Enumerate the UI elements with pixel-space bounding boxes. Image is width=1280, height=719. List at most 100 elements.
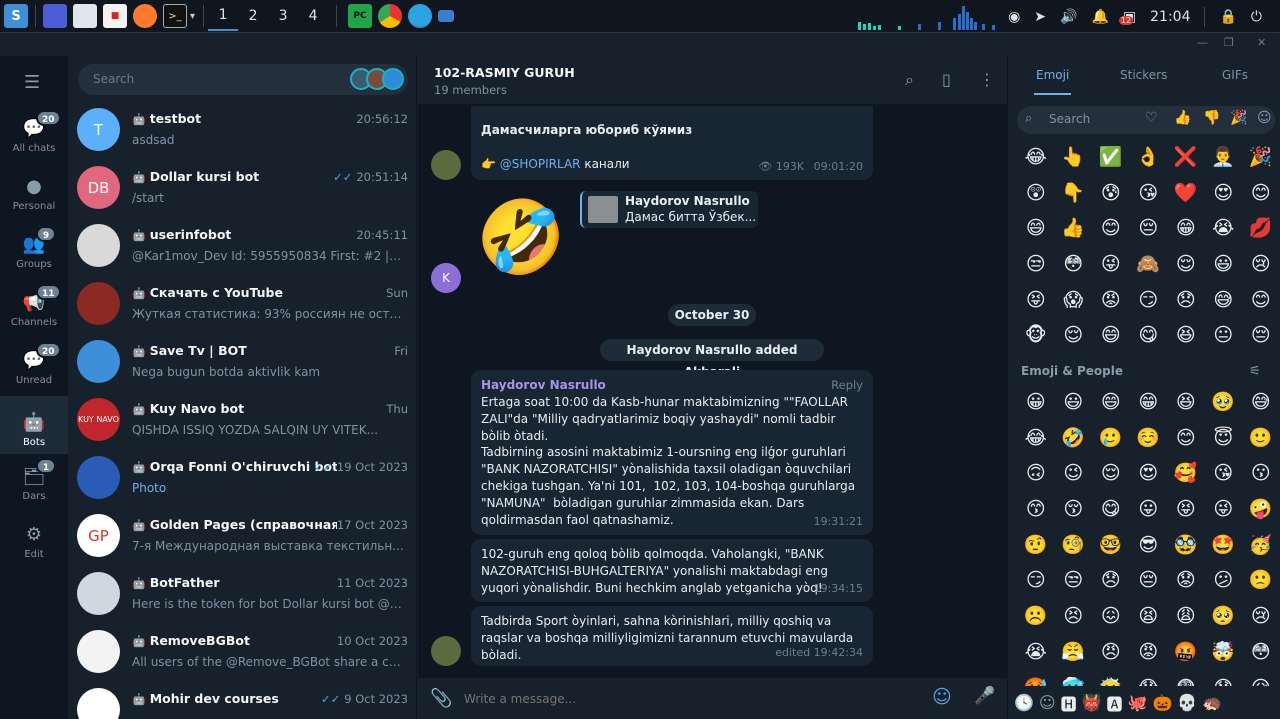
emoji-item[interactable]: 🥲: [1092, 421, 1130, 457]
smile-category-icon[interactable]: ☺: [1257, 110, 1272, 126]
start-menu-icon[interactable]: S: [4, 4, 28, 28]
emoji-item[interactable]: 🙈: [1130, 247, 1168, 283]
emoji-item[interactable]: 😚: [1055, 492, 1093, 528]
reply-button[interactable]: Reply: [831, 377, 863, 394]
emoji-item[interactable]: 😌: [1092, 456, 1130, 492]
emoji-item[interactable]: 😄: [1092, 385, 1130, 421]
emoji-item[interactable]: 😔: [1130, 563, 1168, 599]
emoji-item[interactable]: 👆: [1055, 140, 1093, 176]
emoji-item[interactable]: 😕: [1205, 563, 1243, 599]
emoji-item[interactable]: 😜: [1205, 492, 1243, 528]
heart-category-icon[interactable]: ♡: [1145, 110, 1158, 126]
emoji-item[interactable]: 😥: [1242, 671, 1280, 687]
chat-list-item[interactable]: 🤖 RemoveBGBot 10 Oct 2023 All users of the …: [68, 623, 417, 681]
emoji-item[interactable]: 🧐: [1055, 528, 1093, 564]
sticker-pack-icon[interactable]: 👹: [1082, 693, 1102, 712]
chat-members-count[interactable]: 19 members: [434, 83, 507, 97]
emoji-item[interactable]: 😏: [1130, 283, 1168, 319]
emoji-item[interactable]: 😝: [1167, 492, 1205, 528]
sidebar-item-channels[interactable]: 📢 11 Channels: [0, 276, 68, 334]
workspace-3[interactable]: 3: [268, 1, 298, 31]
emoji-item[interactable]: 😌: [1167, 247, 1205, 283]
emoji-item[interactable]: 😭: [1017, 635, 1055, 671]
emoji-item[interactable]: 🤯: [1205, 635, 1243, 671]
emoji-item[interactable]: 🤨: [1017, 528, 1055, 564]
sticker-pack-icon[interactable]: 🎃: [1152, 693, 1172, 712]
message-input[interactable]: [464, 688, 904, 710]
emoji-item[interactable]: 😃: [1055, 385, 1093, 421]
sticker-rofl[interactable]: 🤣: [476, 192, 566, 282]
search-input[interactable]: Search: [78, 64, 408, 95]
emoji-item[interactable]: 😒: [1017, 247, 1055, 283]
emoji-item[interactable]: 🥳: [1242, 528, 1280, 564]
terminal-icon[interactable]: >_: [163, 4, 187, 28]
sidebar-item-unread[interactable]: 💬 20 Unread: [0, 334, 68, 392]
thumbs-down-category-icon[interactable]: 👎: [1203, 110, 1220, 126]
emoji-item[interactable]: 👍: [1055, 211, 1093, 247]
files-icon[interactable]: [73, 4, 97, 28]
emoji-item[interactable]: 😱: [1130, 671, 1168, 687]
chat-list-item[interactable]: 🤖 userinfobot 20:45:11 @Kar1mov_Dev Id: 595…: [68, 217, 417, 275]
emoji-item[interactable]: 😔: [1130, 211, 1168, 247]
maximize-icon[interactable]: ❐: [1224, 36, 1234, 49]
clock[interactable]: 21:04: [1150, 9, 1190, 25]
sidebar-item-dars[interactable]: 🗂 1 Dars: [0, 450, 68, 508]
emoji-search-input[interactable]: ⌕ Search ♡ 👍 👎 🎉 ☺: [1017, 106, 1275, 134]
emoji-item[interactable]: 😞: [1167, 283, 1205, 319]
emoji-item[interactable]: 😞: [1092, 563, 1130, 599]
sidebar-item-all-chats[interactable]: 💬 20 All chats: [0, 102, 68, 160]
sticker-pack-icon[interactable]: 🐙: [1128, 693, 1148, 712]
message-bubble[interactable]: Tadbirda Sport òyinlari, sahna kòrinishl…: [471, 606, 873, 666]
emoji-item[interactable]: 🥵: [1017, 671, 1055, 687]
emoji-item[interactable]: 🤓: [1092, 528, 1130, 564]
reply-preview[interactable]: Haydorov Nasrullo Дамас битта Ўзбек...: [580, 191, 758, 228]
emoji-item[interactable]: 😊: [1242, 176, 1280, 212]
emoji-item[interactable]: 😗: [1242, 456, 1280, 492]
emoji-item[interactable]: 😊: [1092, 211, 1130, 247]
sidebar-item-bots[interactable]: 🤖 Bots: [0, 396, 68, 454]
emoji-item[interactable]: 😅: [1205, 283, 1243, 319]
chat-list-item[interactable]: T 🤖 testbot 20:56:12 asdsad: [68, 101, 417, 159]
minimize-icon[interactable]: —: [1197, 36, 1208, 49]
sidebar-toggle-icon[interactable]: ▯: [942, 70, 951, 89]
emoji-item[interactable]: 😠: [1092, 635, 1130, 671]
emoji-item[interactable]: ✅: [1092, 140, 1130, 176]
emoji-item[interactable]: 😘: [1130, 176, 1168, 212]
emoji-item[interactable]: 🥶: [1055, 671, 1093, 687]
emoji-item[interactable]: 😜: [1092, 247, 1130, 283]
emoji-item[interactable]: 😩: [1167, 599, 1205, 635]
workspace-2[interactable]: 2: [238, 1, 268, 31]
emoji-item[interactable]: 😤: [1055, 635, 1093, 671]
emoji-item[interactable]: 🤪: [1242, 492, 1280, 528]
emoji-item[interactable]: 😍: [1130, 456, 1168, 492]
message-bubble[interactable]: Дамасчиларга юбориб кўямиз 👉 @SHOPIRLAR …: [471, 106, 873, 180]
sidebar-item-edit[interactable]: ⚙ Edit: [0, 508, 68, 566]
emoji-item[interactable]: 😡: [1130, 635, 1168, 671]
emoji-item[interactable]: 🤣: [1055, 421, 1093, 457]
emoji-item[interactable]: 🥹: [1205, 385, 1243, 421]
emoji-item[interactable]: 👇: [1055, 176, 1093, 212]
emoji-item[interactable]: 😔: [1242, 318, 1280, 354]
chat-list-item[interactable]: GP 🤖 Golden Pages (справочная) 17 Oct 2023 7…: [68, 507, 417, 565]
emoji-item[interactable]: 😛: [1130, 492, 1168, 528]
emoji-item[interactable]: 🙂: [1242, 421, 1280, 457]
smile-icon[interactable]: ☺: [1039, 693, 1056, 712]
chevron-down-icon[interactable]: ▾: [190, 11, 195, 22]
recent-icon[interactable]: 🕓: [1014, 693, 1034, 712]
workspace-1[interactable]: 1: [208, 1, 239, 31]
emoji-item[interactable]: 👌: [1130, 140, 1168, 176]
emoji-item[interactable]: 😘: [1205, 456, 1243, 492]
wifi-icon[interactable]: ◉: [1008, 9, 1020, 25]
emoji-item[interactable]: 😶‍🌫️: [1092, 671, 1130, 687]
microphone-icon[interactable]: 🎤: [974, 686, 995, 706]
emoji-item[interactable]: 😆: [1167, 385, 1205, 421]
emoji-item[interactable]: 😖: [1092, 599, 1130, 635]
emoji-item[interactable]: 😆: [1167, 318, 1205, 354]
message-author[interactable]: Haydorov Nasrullo: [481, 377, 606, 394]
emoji-item[interactable]: 🎉: [1242, 140, 1280, 176]
folder-taskbar-icon[interactable]: [438, 10, 455, 22]
avatar[interactable]: K: [431, 263, 461, 293]
emoji-item[interactable]: 😁: [1167, 211, 1205, 247]
pdf-icon[interactable]: ■: [103, 4, 127, 28]
emoji-item[interactable]: 😙: [1017, 492, 1055, 528]
